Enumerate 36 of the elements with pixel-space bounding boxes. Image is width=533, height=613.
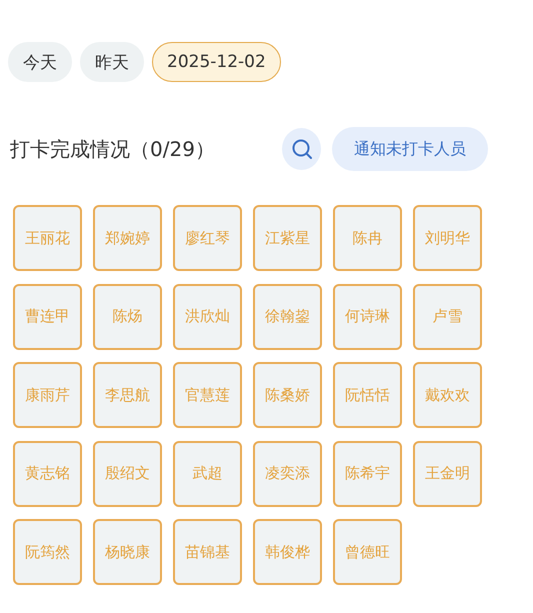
person-tile[interactable]: 杨晓康 <box>93 519 162 585</box>
person-tile[interactable]: 何诗琳 <box>333 284 402 350</box>
person-tile[interactable]: 江紫星 <box>253 205 322 271</box>
person-tile[interactable]: 阮恬恬 <box>333 362 402 428</box>
date-chip[interactable]: 今天 <box>8 42 72 82</box>
search-button[interactable] <box>282 128 321 170</box>
person-tile[interactable]: 徐翰鋆 <box>253 284 322 350</box>
notify-button[interactable]: 通知未打卡人员 <box>332 127 488 171</box>
person-tile[interactable]: 官慧莲 <box>173 362 242 428</box>
person-tile[interactable]: 韩俊桦 <box>253 519 322 585</box>
person-tile[interactable]: 陈桑娇 <box>253 362 322 428</box>
person-tile[interactable]: 陈炀 <box>93 284 162 350</box>
person-tile[interactable]: 王金明 <box>413 440 482 506</box>
person-tile[interactable]: 卢雪 <box>413 284 482 350</box>
section-title: 打卡完成情况（0/29） <box>10 136 216 162</box>
date-chip[interactable]: 昨天 <box>80 42 144 82</box>
search-icon <box>290 138 312 160</box>
person-tile[interactable]: 王丽花 <box>13 205 82 271</box>
person-tile[interactable]: 黄志铭 <box>13 440 82 506</box>
person-tile[interactable]: 武超 <box>173 440 242 506</box>
date-chip[interactable]: 2025-12-02 <box>152 42 281 82</box>
person-tile[interactable]: 曾德旺 <box>333 519 402 585</box>
person-tile[interactable]: 陈希宇 <box>333 440 402 506</box>
person-tile[interactable]: 洪欣灿 <box>173 284 242 350</box>
person-tile[interactable]: 曹连甲 <box>13 284 82 350</box>
person-tile[interactable]: 康雨芹 <box>13 362 82 428</box>
person-tile[interactable]: 殷绍文 <box>93 440 162 506</box>
person-tile[interactable]: 刘明华 <box>413 205 482 271</box>
person-tile[interactable]: 凌奕添 <box>253 440 322 506</box>
person-tile[interactable]: 陈冉 <box>333 205 402 271</box>
person-tile[interactable]: 廖红琴 <box>173 205 242 271</box>
person-tile[interactable]: 李思航 <box>93 362 162 428</box>
person-tile[interactable]: 阮筠然 <box>13 519 82 585</box>
person-tile[interactable]: 戴欢欢 <box>413 362 482 428</box>
person-tile[interactable]: 郑婉婷 <box>93 205 162 271</box>
person-tile[interactable]: 苗锦基 <box>173 519 242 585</box>
